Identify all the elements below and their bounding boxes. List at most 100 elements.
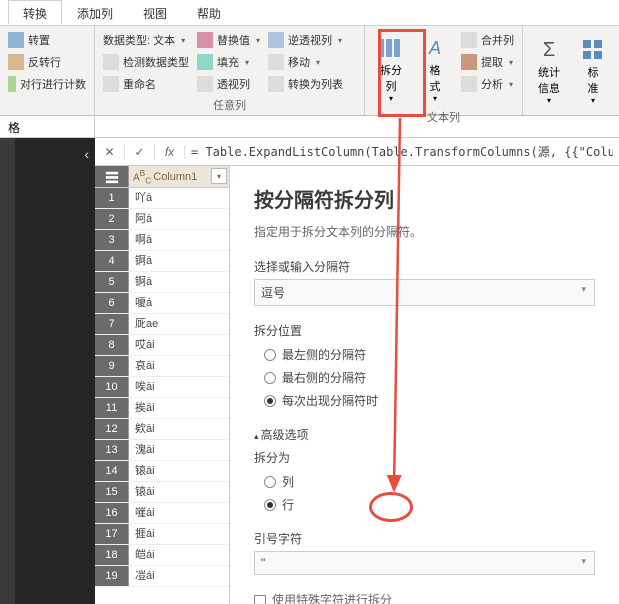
row-number: 9 — [95, 356, 129, 376]
table-row[interactable]: 16嘊ái — [95, 503, 229, 524]
cell-value: 锕ā — [129, 272, 229, 292]
row-number: 7 — [95, 314, 129, 334]
row-number: 18 — [95, 545, 129, 565]
unpivot-button[interactable]: 逆透视列 — [266, 30, 345, 50]
row-number: 6 — [95, 293, 129, 313]
count-rows-button[interactable]: 对行进行计数 — [6, 74, 88, 94]
reverse-icon — [8, 54, 24, 70]
table-row[interactable]: 14锿āi — [95, 461, 229, 482]
data-type-button[interactable]: 数据类型: 文本 — [101, 30, 191, 50]
radio-split-rows[interactable]: 行 — [254, 493, 595, 516]
table-row[interactable]: 12欸āi — [95, 419, 229, 440]
move-button[interactable]: 移动 — [266, 52, 345, 72]
split-column-button[interactable]: 拆分 列▾ — [371, 30, 411, 107]
row-number: 17 — [95, 524, 129, 544]
fx-cancel-button[interactable]: ✕ — [95, 145, 125, 159]
tab-view[interactable]: 视图 — [128, 0, 182, 25]
analyze-button[interactable]: 分析 — [459, 74, 516, 94]
quote-char-select[interactable]: " — [254, 551, 595, 575]
split-column-dialog: 按分隔符拆分列 指定用于拆分文本列的分隔符。 选择或输入分隔符 逗号 拆分位置 … — [230, 166, 619, 604]
format-button[interactable]: A 格 式▾ — [415, 30, 455, 107]
radio-icon — [264, 395, 276, 407]
row-number: 19 — [95, 566, 129, 586]
select-all-corner[interactable] — [95, 166, 129, 187]
table-row[interactable]: 17捱ái — [95, 524, 229, 545]
advanced-options-toggle[interactable]: 高级选项 — [254, 426, 595, 443]
fill-button[interactable]: 填充 — [195, 52, 262, 72]
extract-button[interactable]: 提取 — [459, 52, 516, 72]
column-filter-button[interactable]: ▾ — [211, 168, 227, 184]
row-number: 1 — [95, 188, 129, 208]
chevron-left-icon[interactable]: ‹ — [84, 146, 89, 162]
row-number: 12 — [95, 419, 129, 439]
replace-values-button[interactable]: 替换值 — [195, 30, 262, 50]
tab-add-column[interactable]: 添加列 — [62, 0, 128, 25]
cell-value: 厑ae — [129, 314, 229, 334]
cell-value: 嘊ái — [129, 503, 229, 523]
unpivot-icon — [268, 32, 284, 48]
transpose-button[interactable]: 转置 — [6, 30, 88, 50]
table-row[interactable]: 11挨āi — [95, 398, 229, 419]
table-row[interactable]: 3啊ā — [95, 230, 229, 251]
fx-button[interactable]: fx — [155, 145, 185, 159]
detect-icon — [103, 54, 119, 70]
radio-rightmost[interactable]: 最右侧的分隔符 — [254, 366, 595, 389]
quote-char-label: 引号字符 — [254, 530, 595, 547]
tab-transform[interactable]: 转换 — [8, 0, 62, 25]
pivot-icon — [197, 76, 213, 92]
table-row[interactable]: 1吖ā — [95, 188, 229, 209]
radio-icon — [264, 349, 276, 361]
table-row[interactable]: 9哀āi — [95, 356, 229, 377]
table-row[interactable]: 5锕ā — [95, 272, 229, 293]
reverse-rows-button[interactable]: 反转行 — [6, 52, 88, 72]
radio-icon — [264, 372, 276, 384]
merge-icon — [461, 32, 477, 48]
merge-columns-button[interactable]: 合并列 — [459, 30, 516, 50]
split-to-label: 拆分为 — [254, 449, 595, 466]
table-row[interactable]: 4锕ā — [95, 251, 229, 272]
table-row[interactable]: 7厑ae — [95, 314, 229, 335]
table-row[interactable]: 8哎āi — [95, 335, 229, 356]
delimiter-select[interactable]: 逗号 — [254, 279, 595, 306]
row-number: 16 — [95, 503, 129, 523]
row-number: 15 — [95, 482, 129, 502]
nav-sidebar[interactable]: ‹ — [15, 138, 95, 604]
detect-type-button[interactable]: 检测数据类型 — [101, 52, 191, 72]
radio-split-columns[interactable]: 列 — [254, 470, 595, 493]
table-row[interactable]: 6嗄á — [95, 293, 229, 314]
cell-value: 吖ā — [129, 188, 229, 208]
formula-input[interactable] — [185, 145, 619, 159]
table-row[interactable]: 15锿āi — [95, 482, 229, 503]
cell-value: 溾āi — [129, 440, 229, 460]
table-row[interactable]: 13溾āi — [95, 440, 229, 461]
radio-leftmost[interactable]: 最左侧的分隔符 — [254, 343, 595, 366]
stats-button[interactable]: Σ 统计 信息▾ — [529, 30, 569, 111]
use-special-checkbox[interactable] — [254, 595, 266, 604]
tab-help[interactable]: 帮助 — [182, 0, 236, 25]
split-column-icon — [375, 34, 407, 62]
standard-button[interactable]: 标 准▾ — [573, 30, 613, 111]
fx-confirm-button[interactable]: ✓ — [125, 145, 155, 159]
cell-value: 捱ái — [129, 524, 229, 544]
table-row[interactable]: 10唉āi — [95, 377, 229, 398]
sigma-icon: Σ — [533, 36, 565, 64]
fill-icon — [197, 54, 213, 70]
table-row[interactable]: 18皑ái — [95, 545, 229, 566]
delimiter-label: 选择或输入分隔符 — [254, 258, 595, 275]
row-number: 4 — [95, 251, 129, 271]
row-number: 8 — [95, 335, 129, 355]
cell-value: 哎āi — [129, 335, 229, 355]
cell-value: 啊ā — [129, 230, 229, 250]
subtab[interactable]: 格 — [0, 116, 95, 137]
to-list-button[interactable]: 转换为列表 — [266, 74, 345, 94]
calc-icon — [577, 36, 609, 64]
table-row[interactable]: 19凒ái — [95, 566, 229, 587]
radio-each[interactable]: 每次出现分隔符时 — [254, 389, 595, 412]
any-column-group-label: 任意列 — [101, 95, 358, 113]
column-header-column1[interactable]: ABC Column1 ▾ — [129, 166, 229, 187]
rename-button[interactable]: 重命名 — [101, 74, 191, 94]
pivot-button[interactable]: 透视列 — [195, 74, 262, 94]
radio-icon — [264, 499, 276, 511]
replace-icon — [197, 32, 213, 48]
table-row[interactable]: 2阿ā — [95, 209, 229, 230]
